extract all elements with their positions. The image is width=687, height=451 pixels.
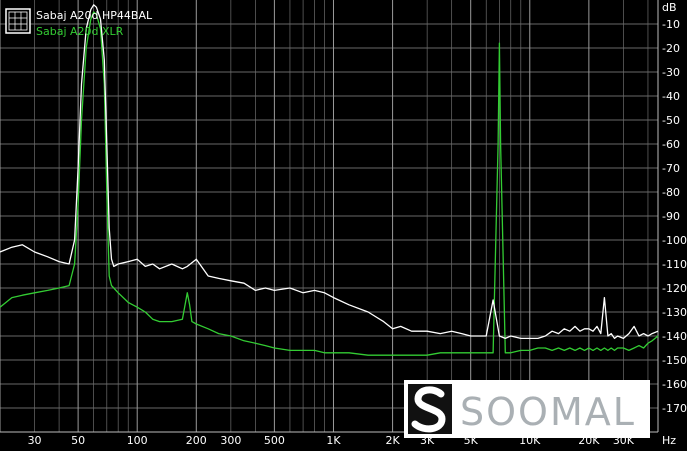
legend-entry-xlr: Sabaj A20d XLR: [36, 25, 124, 38]
spectrum-chart: 30 50 100 200 300 500 1K 2K 3K 5K 10K 20K 30K -10-20…: [0, 0, 687, 451]
x-tick-label: 200: [186, 434, 207, 447]
y-tick-label: -130: [662, 306, 687, 319]
x-tick-label: 30: [28, 434, 42, 447]
y-tick-label: -30: [662, 66, 680, 79]
legend-icon-frame: [5, 8, 31, 34]
y-tick-label: -110: [662, 258, 687, 271]
y-tick-label: -80: [662, 186, 680, 199]
y-tick-label: -140: [662, 330, 687, 343]
x-tick-label: 300: [220, 434, 241, 447]
y-tick-label: -90: [662, 210, 680, 223]
y-tick-label: -70: [662, 162, 680, 175]
x-tick-label: 1K: [326, 434, 341, 447]
y-tick-label: -10: [662, 18, 680, 31]
y-tick-label: -50: [662, 114, 680, 127]
y-axis-unit: dB: [662, 1, 677, 14]
y-tick-label: -100: [662, 234, 687, 247]
watermark-text: SOOMAL: [460, 390, 636, 434]
x-tick-label: 100: [127, 434, 148, 447]
soomal-logo-icon: [408, 384, 452, 434]
x-tick-label: 50: [71, 434, 85, 447]
y-tick-label: -160: [662, 378, 687, 391]
y-tick-label: -20: [662, 42, 680, 55]
x-axis-unit: Hz: [662, 434, 676, 447]
legend-entry-hp44bal: Sabaj A20d HP44BAL: [36, 9, 153, 22]
y-tick-label: -40: [662, 90, 680, 103]
y-tick-label: -120: [662, 282, 687, 295]
watermark: SOOMAL: [404, 380, 650, 438]
x-tick-label: 2K: [385, 434, 400, 447]
y-tick-label: -170: [662, 402, 687, 415]
x-tick-label: 500: [264, 434, 285, 447]
y-tick-label: -150: [662, 354, 687, 367]
y-tick-label: -60: [662, 138, 680, 151]
